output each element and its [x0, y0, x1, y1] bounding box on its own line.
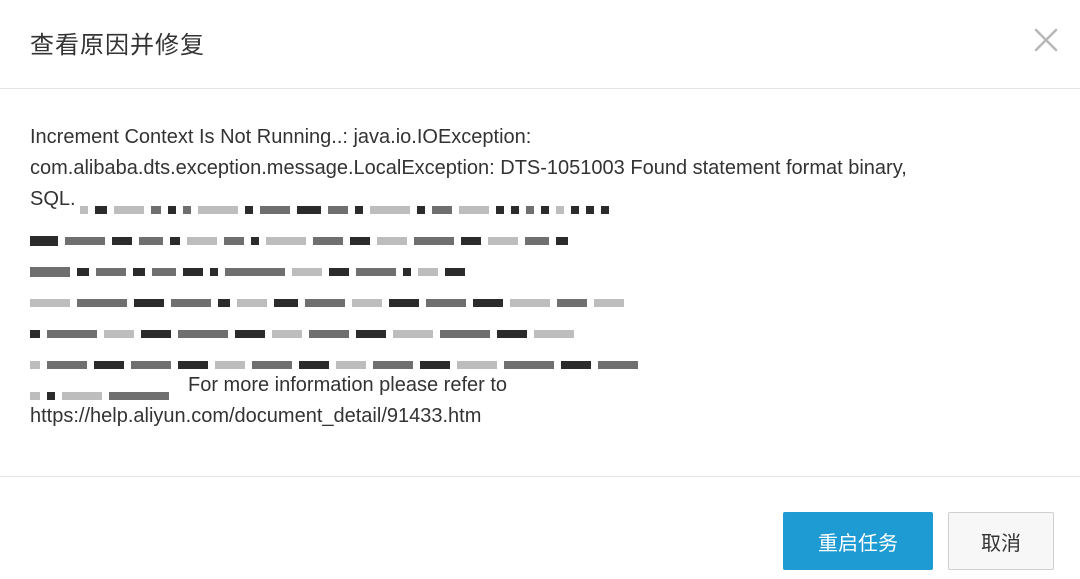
close-icon[interactable]	[1030, 24, 1062, 56]
dialog-header: 查看原因并修复	[0, 0, 1080, 89]
redacted-text	[30, 319, 581, 339]
message-line-8	[30, 339, 1020, 370]
message-line-9: For more information please refer to	[30, 370, 1020, 401]
help-link[interactable]: https://help.aliyun.com/document_detail/…	[30, 401, 1020, 432]
message-line-4	[30, 215, 1020, 247]
message-line-3: SQL.	[30, 184, 1020, 215]
dialog-title: 查看原因并修复	[30, 31, 205, 59]
sql-prefix: SQL.	[30, 188, 76, 210]
redacted-text	[30, 381, 176, 401]
redacted-text	[30, 226, 575, 247]
message-line-6	[30, 277, 1020, 308]
error-message: Increment Context Is Not Running..: java…	[30, 122, 1020, 432]
message-line-1: Increment Context Is Not Running..: java…	[30, 126, 532, 148]
dialog-footer: 重启任务 取消	[0, 476, 1080, 579]
cancel-button[interactable]: 取消	[948, 512, 1054, 570]
redacted-text	[30, 288, 631, 308]
redacted-text	[30, 350, 645, 370]
fix-dialog: 查看原因并修复 Increment Context Is Not Running…	[0, 0, 1080, 579]
message-line-5	[30, 246, 1020, 278]
restart-task-button[interactable]: 重启任务	[783, 512, 933, 570]
message-line-9-text: For more information please refer to	[188, 374, 508, 396]
redacted-text	[30, 257, 472, 278]
redacted-text	[79, 195, 616, 215]
message-line-7	[30, 308, 1020, 339]
message-line-2: com.alibaba.dts.exception.message.LocalE…	[30, 157, 907, 179]
